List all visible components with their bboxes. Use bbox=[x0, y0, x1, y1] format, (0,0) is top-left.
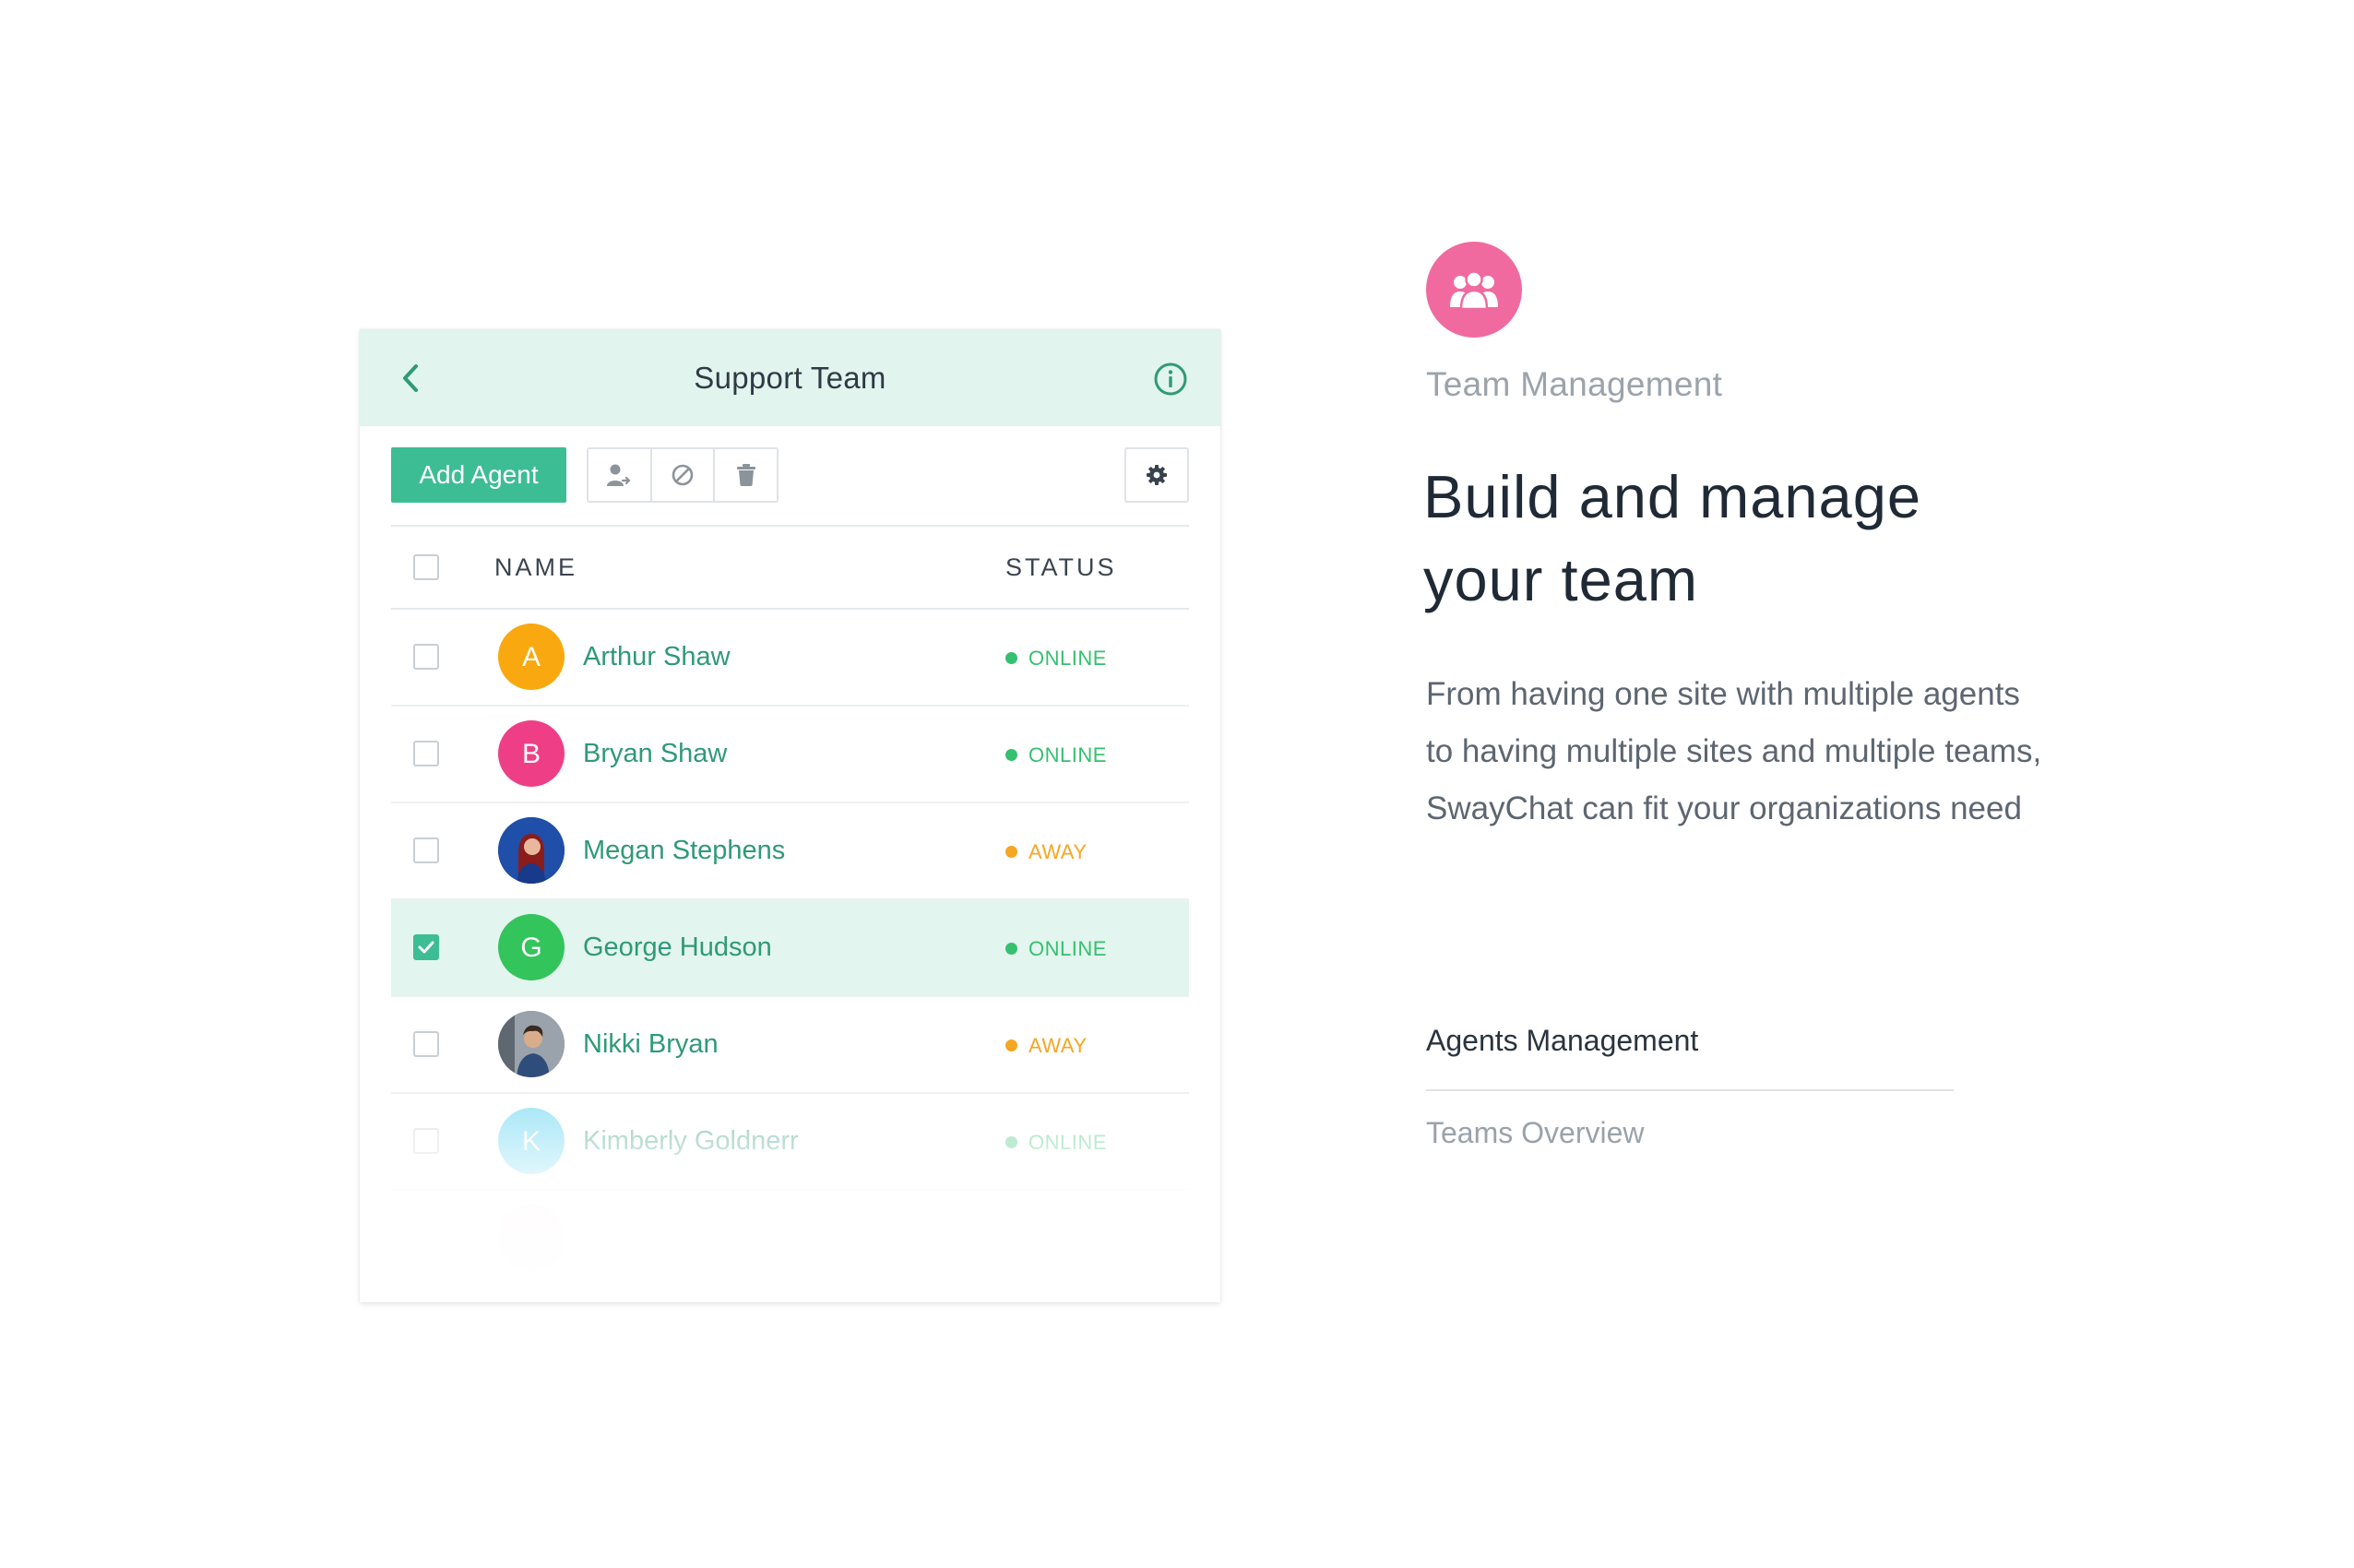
headline: Build and manage your team bbox=[1423, 456, 2069, 622]
table-row-partial bbox=[391, 1191, 1189, 1288]
avatar: A bbox=[498, 624, 565, 690]
status-dot-icon bbox=[1005, 846, 1017, 858]
avatar: K bbox=[498, 1108, 565, 1174]
tab-divider bbox=[1426, 1089, 1954, 1091]
status-badge: ONLINE bbox=[1005, 1094, 1107, 1189]
feature-description: From having one site with multiple agent… bbox=[1426, 676, 2042, 826]
assign-agent-button[interactable] bbox=[588, 449, 652, 501]
status-badge: AWAY bbox=[1005, 997, 1088, 1092]
info-button[interactable] bbox=[1152, 361, 1189, 398]
card-title: Support Team bbox=[694, 361, 886, 395]
gear-icon bbox=[1147, 465, 1167, 485]
name-column-header: NAME bbox=[494, 553, 578, 581]
table-row[interactable]: Nikki Bryan AWAY bbox=[391, 997, 1189, 1094]
avatar bbox=[498, 1011, 565, 1077]
info-circle-icon bbox=[1154, 362, 1187, 396]
delete-agent-button[interactable] bbox=[715, 449, 778, 501]
status-badge: ONLINE bbox=[1005, 900, 1107, 995]
table-header: NAME STATUS bbox=[391, 525, 1189, 610]
status-dot-icon bbox=[1005, 749, 1017, 761]
agent-name[interactable]: Kimberly Goldnerr bbox=[583, 1094, 799, 1189]
avatar bbox=[498, 817, 565, 884]
headline-line-2: your team bbox=[1423, 546, 1699, 613]
agent-name[interactable]: Bryan Shaw bbox=[583, 707, 727, 802]
row-checkbox[interactable] bbox=[413, 741, 439, 766]
agents-table: NAME STATUS A Arthur Shaw ONLINE B Bryan… bbox=[391, 525, 1189, 1288]
status-dot-icon bbox=[1005, 652, 1017, 664]
bulk-action-group bbox=[587, 447, 779, 503]
row-checkbox[interactable] bbox=[413, 934, 439, 960]
table-row[interactable]: Megan Stephens AWAY bbox=[391, 803, 1189, 900]
headline-line-1: Build and manage bbox=[1423, 463, 1921, 530]
table-row[interactable]: K Kimberly Goldnerr ONLINE bbox=[391, 1094, 1189, 1191]
status-label: AWAY bbox=[1028, 1034, 1088, 1057]
status-label: ONLINE bbox=[1028, 647, 1107, 670]
agent-name[interactable]: Nikki Bryan bbox=[583, 997, 719, 1092]
row-checkbox[interactable] bbox=[413, 837, 439, 863]
status-badge: AWAY bbox=[1005, 803, 1088, 898]
user-transfer-icon bbox=[607, 464, 631, 486]
team-card: Support Team Add Agent NAME STATUS A Art… bbox=[360, 329, 1220, 1302]
row-checkbox[interactable] bbox=[413, 1031, 439, 1057]
card-header: Support Team bbox=[360, 329, 1220, 426]
person-photo-icon bbox=[498, 1011, 565, 1077]
checkmark-icon bbox=[418, 941, 434, 954]
tab-teams-overview[interactable]: Teams Overview bbox=[1426, 1116, 1645, 1150]
table-row[interactable]: A Arthur Shaw ONLINE bbox=[391, 610, 1189, 707]
status-dot-icon bbox=[1005, 1136, 1017, 1148]
status-label: AWAY bbox=[1028, 840, 1088, 863]
team-users-icon bbox=[1450, 270, 1498, 311]
section-eyebrow: Team Management bbox=[1426, 365, 1723, 403]
status-badge: ONLINE bbox=[1005, 707, 1107, 802]
agent-name[interactable]: George Hudson bbox=[583, 900, 772, 995]
tab-agents-management[interactable]: Agents Management bbox=[1426, 1024, 1698, 1058]
person-photo-icon bbox=[498, 817, 565, 884]
row-checkbox[interactable] bbox=[413, 644, 439, 670]
status-badge: ONLINE bbox=[1005, 610, 1107, 705]
status-label: ONLINE bbox=[1028, 743, 1107, 766]
settings-button[interactable] bbox=[1124, 447, 1189, 503]
avatar bbox=[498, 1205, 565, 1271]
status-dot-icon bbox=[1005, 943, 1017, 955]
table-row[interactable]: B Bryan Shaw ONLINE bbox=[391, 707, 1189, 803]
select-all-checkbox[interactable] bbox=[413, 554, 439, 580]
disable-agent-button[interactable] bbox=[651, 449, 716, 501]
status-column-header: STATUS bbox=[1005, 553, 1117, 581]
block-icon bbox=[672, 464, 694, 486]
agent-name[interactable]: Megan Stephens bbox=[583, 803, 785, 898]
status-dot-icon bbox=[1005, 1039, 1017, 1051]
agent-name[interactable]: Arthur Shaw bbox=[583, 610, 731, 705]
trash-icon bbox=[736, 464, 755, 486]
row-checkbox[interactable] bbox=[413, 1128, 439, 1154]
add-agent-button[interactable]: Add Agent bbox=[391, 447, 566, 503]
team-feature-badge bbox=[1426, 242, 1522, 338]
avatar: B bbox=[498, 720, 565, 787]
table-row[interactable]: G George Hudson ONLINE bbox=[391, 900, 1189, 997]
status-label: ONLINE bbox=[1028, 1131, 1107, 1154]
avatar: G bbox=[498, 914, 565, 980]
status-label: ONLINE bbox=[1028, 937, 1107, 960]
